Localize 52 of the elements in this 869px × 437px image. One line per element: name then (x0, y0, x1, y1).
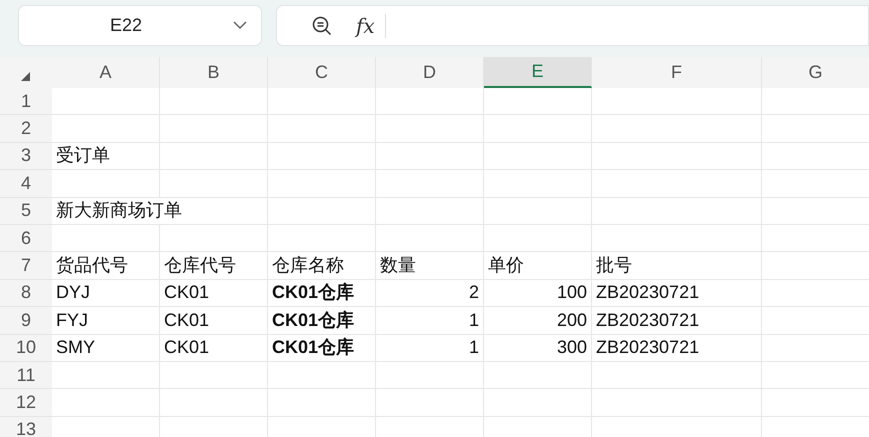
column-header[interactable]: C (268, 57, 376, 88)
row-header[interactable]: 1 (0, 88, 52, 116)
table-cell: 数量 (376, 252, 484, 280)
row-header[interactable]: 5 (0, 198, 52, 225)
row-header[interactable]: 6 (0, 224, 52, 252)
row-header[interactable]: 12 (0, 389, 52, 417)
row-header[interactable]: 7 (0, 252, 52, 280)
table-cell: 200 (484, 307, 592, 335)
table-cell: FYJ (52, 307, 160, 335)
row-header[interactable]: 13 (0, 416, 52, 437)
table-cell: SMY (52, 334, 160, 362)
table-cell: 仓库名称 (268, 252, 376, 280)
column-header[interactable]: A (52, 57, 160, 88)
table-cell: CK01 (160, 334, 268, 362)
chevron-down-icon[interactable] (233, 21, 247, 30)
table-cell: 仓库代号 (160, 252, 268, 280)
column-header[interactable]: B (160, 57, 268, 88)
column-header[interactable]: E (484, 57, 592, 88)
table-cell: CK01仓库 (268, 307, 376, 335)
column-header[interactable]: F (592, 57, 762, 88)
row-header[interactable]: 3 (0, 142, 52, 170)
table-cell: CK01 (160, 307, 268, 335)
table-cell: 100 (484, 280, 592, 308)
table-cell: CK01仓库 (268, 280, 376, 308)
table-cell: CK01 (160, 280, 268, 308)
table-cell: 1 (376, 334, 484, 362)
function-button[interactable]: fx (356, 10, 375, 40)
table-cell: 批号 (592, 252, 762, 280)
table-cell: 1 (376, 307, 484, 335)
row-header[interactable]: 8 (0, 280, 52, 308)
table-cell: DYJ (52, 280, 160, 308)
row-header[interactable]: 4 (0, 170, 52, 198)
table-cell: 新大新商场订单 (52, 198, 268, 225)
table-cell: 300 (484, 334, 592, 362)
table-cell: 2 (376, 280, 484, 308)
name-box[interactable]: E22 (18, 5, 262, 46)
zoom-out-icon[interactable] (312, 16, 332, 36)
row-header[interactable]: 10 (0, 334, 52, 362)
table-cell: ZB20230721 (592, 280, 762, 308)
cell-reference: E22 (110, 14, 142, 37)
row-header[interactable]: 11 (0, 362, 52, 390)
column-header[interactable]: G (762, 57, 869, 88)
select-all-icon[interactable] (20, 72, 30, 81)
table-cell: ZB20230721 (592, 334, 762, 362)
table-cell: 单价 (484, 252, 592, 280)
table-cell: 货品代号 (52, 252, 160, 280)
row-header[interactable]: 9 (0, 307, 52, 335)
table-cell: 受订单 (52, 142, 160, 170)
formula-bar[interactable]: fx (276, 5, 869, 46)
table-cell: CK01仓库 (268, 334, 376, 362)
row-header[interactable]: 2 (0, 115, 52, 143)
table-cell: ZB20230721 (592, 307, 762, 335)
